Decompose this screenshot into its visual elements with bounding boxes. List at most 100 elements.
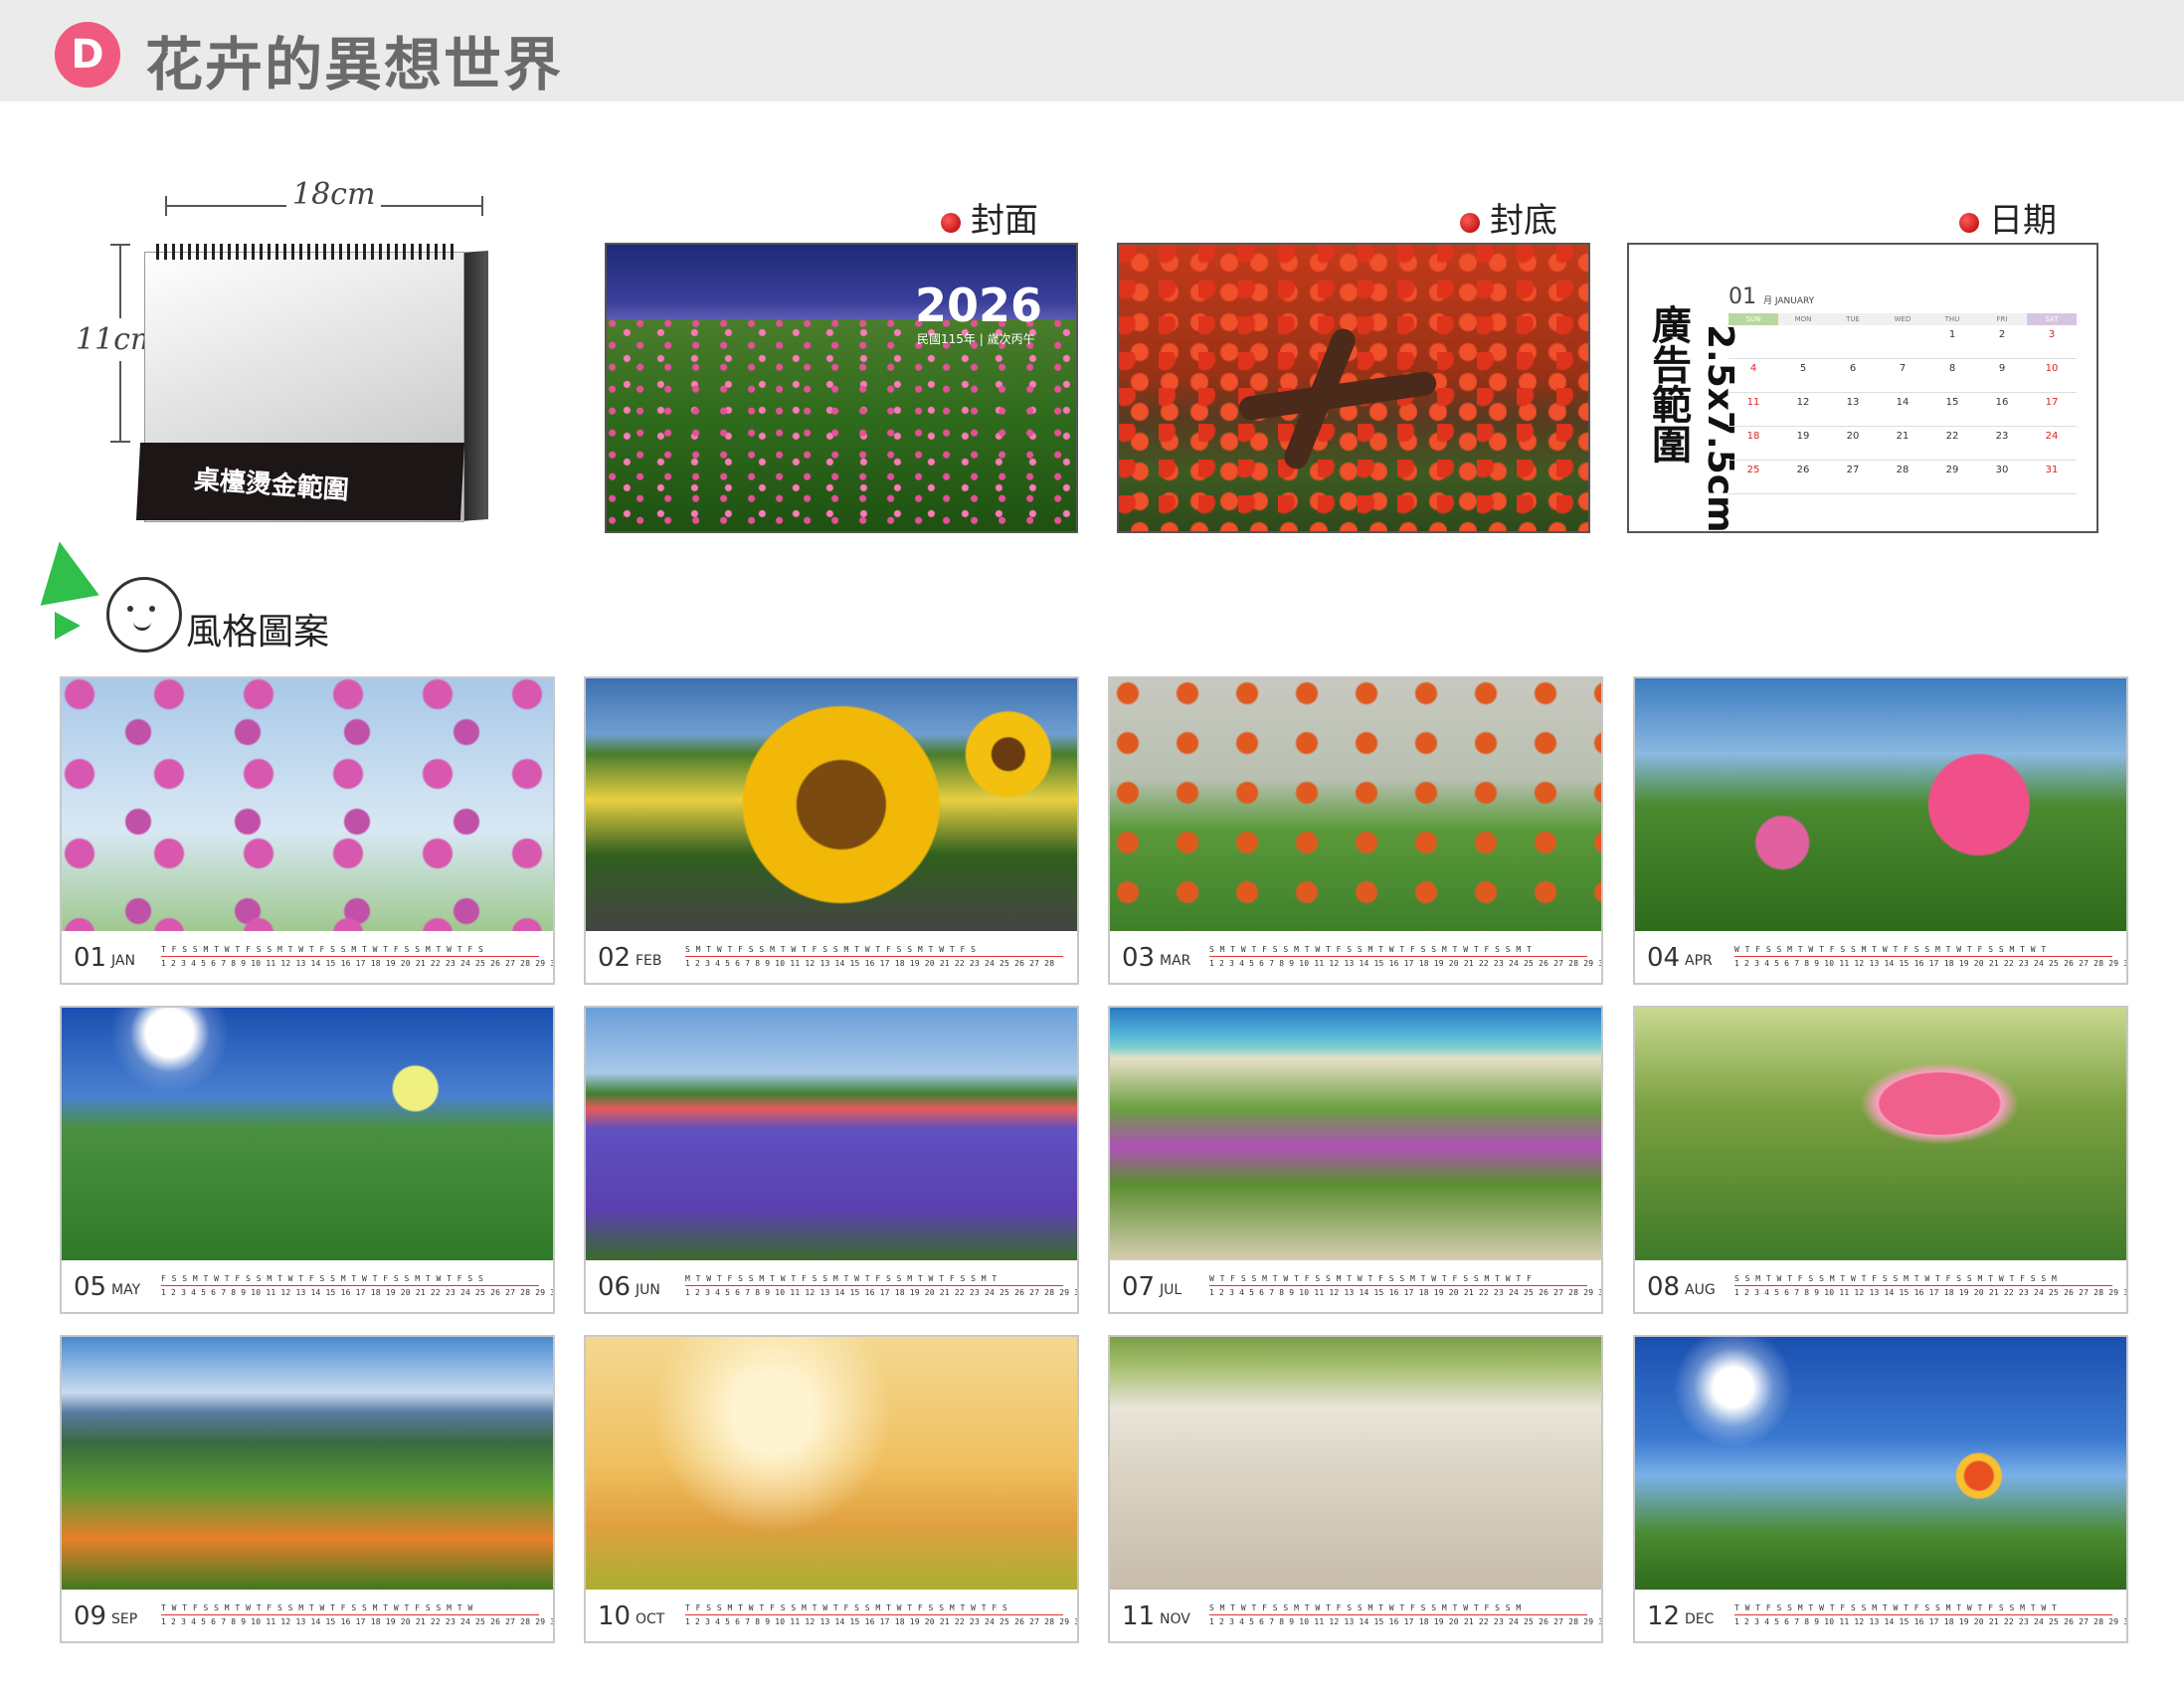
date-page-preview[interactable]: 廣告範圍 2.5x7.5cm 01 月 JANUARY SUN MON TUE …: [1627, 243, 2098, 533]
month-photo: [1110, 1008, 1601, 1260]
date-cell: 28: [1878, 461, 1927, 494]
month-footer: 07 JUL W T F S S M T W T F S S M T W T F S…: [1110, 1260, 1601, 1312]
month-number: 12: [1647, 1601, 1681, 1631]
date-divider: [1209, 956, 1587, 957]
date-cell: 24: [2027, 427, 2077, 461]
month-card[interactable]: 05 MAY F S S M T W T F S S M T W T F S S M…: [60, 1006, 555, 1314]
month-card[interactable]: 12 DEC T W T F S S M T W T F S S M T W T F…: [1633, 1335, 2128, 1643]
month-abbr: JAN: [111, 953, 135, 969]
mini-calendar: 01 月 JANUARY SUN MON TUE WED THU FRI SAT…: [1729, 284, 2077, 494]
month-card[interactable]: 11 NOV S M T W T F S S M T W T F S S M T W…: [1108, 1335, 1603, 1643]
cover-preview[interactable]: 2026 民國115年 | 歲次丙午: [605, 243, 1078, 533]
date-cell: 29: [1927, 461, 1977, 494]
date-cell: 16: [1977, 393, 2027, 427]
dates-row: 1 2 3 4 5 6 7 8 9 10 11 12 13 14 15 16 1…: [161, 1617, 555, 1626]
date-divider: [685, 1285, 1063, 1286]
dates-row: 1 2 3 4 5 6 7 8 9 10 11 12 13 14 15 16 1…: [685, 959, 1055, 968]
date-cell: [1828, 325, 1878, 359]
date-divider: [1734, 1285, 2112, 1286]
desk-calendar-illustration: 桌檯燙金範圍: [135, 244, 488, 527]
date-divider: [1209, 1285, 1587, 1286]
month-card[interactable]: 02 FEB S M T W T F S S M T W T F S S M T W…: [584, 676, 1079, 985]
date-cell: 6: [1828, 359, 1878, 393]
dates-row: 1 2 3 4 5 6 7 8 9 10 11 12 13 14 15 16 1…: [161, 1288, 555, 1297]
month-card[interactable]: 09 SEP T W T F S S M T W T F S S M T W T F…: [60, 1335, 555, 1643]
weekday-row: T W T F S S M T W T F S S M T W T F S S …: [161, 1603, 473, 1612]
month-photo: [586, 1337, 1077, 1590]
weekday-header: MON: [1778, 313, 1828, 325]
month-number: 01: [74, 943, 107, 973]
dates-row: 1 2 3 4 5 6 7 8 9 10 11 12 13 14 15 16 1…: [1734, 959, 2128, 968]
month-footer: 12 DEC T W T F S S M T W T F S S M T W T F…: [1635, 1590, 2126, 1641]
month-footer: 08 AUG S S M T W T F S S M T W T F S S M T…: [1635, 1260, 2126, 1312]
back-label-text: 封底: [1490, 201, 1557, 241]
header-bar: D 花卉的異想世界: [0, 0, 2184, 101]
weekday-header: THU: [1927, 313, 1977, 325]
weekday-header: SAT: [2027, 313, 2077, 325]
date-strip: S M T W T F S S M T W T F S S M T W T F …: [1209, 945, 1603, 968]
month-card[interactable]: 10 OCT T F S S M T W T F S S M T W T F S S…: [584, 1335, 1079, 1643]
date-strip: S M T W T F S S M T W T F S S M T W T F …: [1209, 1603, 1601, 1626]
month-card[interactable]: 06 JUN M T W T F S S M T W T F S S M T W T…: [584, 1006, 1079, 1314]
green-arrow-icon: [55, 612, 81, 640]
back-label: 封底: [1460, 193, 1557, 242]
back-preview[interactable]: [1117, 243, 1590, 533]
month-number: 09: [74, 1601, 107, 1631]
bullet-icon: [1959, 212, 1979, 233]
mini-calendar-grid: SUN MON TUE WED THU FRI SAT 1 2 3 4 5 6 7 8 9 10 1…: [1729, 313, 2077, 494]
date-cell: 7: [1878, 359, 1927, 393]
weekday-header: FRI: [1977, 313, 2027, 325]
month-abbr: APR: [1685, 953, 1713, 969]
date-cell: 31: [2027, 461, 2077, 494]
mini-calendar-month: 01 月 JANUARY: [1729, 284, 2077, 309]
month-card[interactable]: 07 JUL W T F S S M T W T F S S M T W T F S…: [1108, 1006, 1603, 1314]
weekday-row: M T W T F S S M T W T F S S M T W T F S …: [685, 1274, 998, 1283]
spiral-binding: [156, 244, 455, 260]
dates-row: 1 2 3 4 5 6 7 8 9 10 11 12 13 14 15 16 1…: [1734, 1617, 2128, 1626]
date-cell: 26: [1778, 461, 1828, 494]
month-photo: [1635, 1337, 2126, 1590]
month-number: 03: [1122, 943, 1156, 973]
date-cell: 17: [2027, 393, 2077, 427]
date-divider: [161, 1285, 539, 1286]
date-divider: [685, 956, 1063, 957]
month-abbr: DEC: [1685, 1611, 1715, 1627]
month-photo: [1110, 1337, 1601, 1590]
date-cell: [1778, 325, 1828, 359]
date-divider: [161, 956, 539, 957]
date-cell: 14: [1878, 393, 1927, 427]
date-cell: 8: [1927, 359, 1977, 393]
weekday-row: T W T F S S M T W T F S S M T W T F S S …: [1734, 1603, 2058, 1612]
dates-row: 1 2 3 4 5 6 7 8 9 10 11 12 13 14 15 16 1…: [685, 1617, 1079, 1626]
cover-label-text: 封面: [971, 201, 1038, 241]
date-strip: T W T F S S M T W T F S S M T W T F S S …: [161, 1603, 555, 1626]
weekday-row: S M T W T F S S M T W T F S S M T W T F …: [685, 945, 977, 954]
date-cell: 13: [1828, 393, 1878, 427]
date-strip: M T W T F S S M T W T F S S M T W T F S …: [685, 1274, 1077, 1297]
month-card[interactable]: 08 AUG S S M T W T F S S M T W T F S S M T…: [1633, 1006, 2128, 1314]
month-footer: 03 MAR S M T W T F S S M T W T F S S M T W…: [1110, 931, 1601, 983]
date-strip: S S M T W T F S S M T W T F S S M T W T …: [1734, 1274, 2126, 1297]
date-strip: T F S S M T W T F S S M T W T F S S M T …: [161, 945, 555, 968]
month-card[interactable]: 04 APR W T F S S M T W T F S S M T W T F S…: [1633, 676, 2128, 985]
dates-row: 1 2 3 4 5 6 7 8 9 10 11 12 13 14 15 16 1…: [1209, 959, 1603, 968]
style-section-heading: 風格圖案: [15, 536, 373, 657]
month-abbr: SEP: [111, 1611, 138, 1627]
month-number: 05: [74, 1272, 107, 1302]
month-photo: [1635, 678, 2126, 931]
date-divider: [1734, 956, 2112, 957]
width-label: 18cm: [286, 177, 382, 212]
month-footer: 05 MAY F S S M T W T F S S M T W T F S S M…: [62, 1260, 553, 1312]
month-card[interactable]: 03 MAR S M T W T F S S M T W T F S S M T W…: [1108, 676, 1603, 985]
month-number: 06: [598, 1272, 632, 1302]
month-footer: 01 JAN T F S S M T W T F S S M T W T F S S…: [62, 931, 553, 983]
dates-row: 1 2 3 4 5 6 7 8 9 10 11 12 13 14 15 16 1…: [161, 959, 555, 968]
month-card[interactable]: 01 JAN T F S S M T W T F S S M T W T F S S…: [60, 676, 555, 985]
weekday-header: WED: [1878, 313, 1927, 325]
date-cell: 11: [1729, 393, 1778, 427]
cover-subtitle: 民國115年 | 歲次丙午: [917, 332, 1035, 346]
date-strip: W T F S S M T W T F S S M T W T F S S M …: [1209, 1274, 1601, 1297]
date-strip: T F S S M T W T F S S M T W T F S S M T …: [685, 1603, 1079, 1626]
green-triangle-icon: [30, 536, 99, 606]
date-cell: 15: [1927, 393, 1977, 427]
